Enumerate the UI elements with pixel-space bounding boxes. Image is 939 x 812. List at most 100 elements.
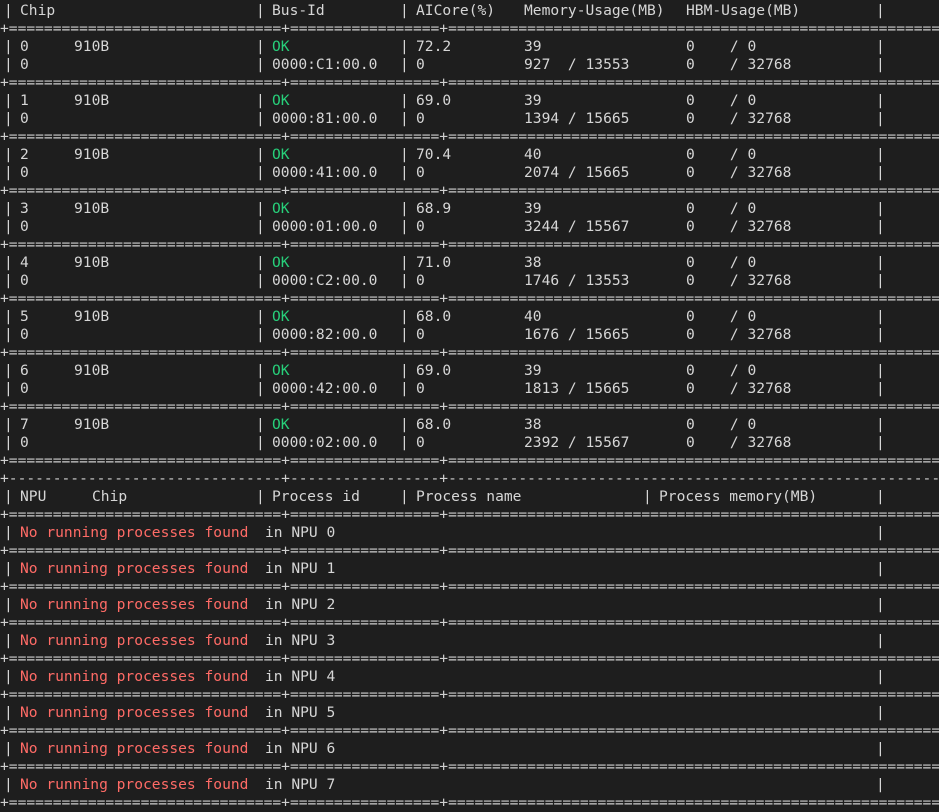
npu-health-status: OK (272, 362, 290, 379)
npu-hbm-a: 0 / 0 (686, 92, 757, 109)
npu-index: 0 (20, 38, 29, 55)
border: | (4, 524, 13, 541)
npu-aicore: 70.4 (416, 146, 452, 163)
border: | (4, 668, 13, 685)
border: | (4, 308, 13, 325)
border: | (400, 434, 409, 451)
border: | (876, 272, 885, 289)
table-rule: +-------------------------------+-------… (0, 470, 939, 487)
border: | (876, 92, 885, 109)
no-process-npu: in NPU 6 (265, 740, 336, 757)
table-rule: +===============================+=======… (0, 722, 939, 739)
chip-aicore: 0 (416, 380, 425, 397)
border: | (4, 146, 13, 163)
border: | (256, 362, 265, 379)
npu-name: 910B (74, 92, 110, 109)
border: | (256, 416, 265, 433)
border: | (876, 218, 885, 235)
npu-memory-temp: 39 (524, 38, 542, 55)
chip-hbm-usage: 0 / 32768 (686, 434, 792, 451)
border: | (256, 308, 265, 325)
border: | (876, 434, 885, 451)
chip-memory-usage: 2074 / 15665 (524, 164, 630, 181)
border: | (256, 326, 265, 343)
npu-index: 7 (20, 416, 29, 433)
table-rule: +===============================+=======… (0, 542, 939, 559)
border: | (256, 110, 265, 127)
border: | (876, 326, 885, 343)
border: | (876, 740, 885, 757)
chip-bus-id: 0000:C1:00.0 (272, 56, 378, 73)
chip-bus-id: 0000:42:00.0 (272, 380, 378, 397)
table-rule: +===============================+=======… (0, 506, 939, 523)
terminal-window: | Chip | Bus-Id | AICore(%) Memory-Usage(MB) HB… (0, 0, 939, 812)
npu-memory-temp: 40 (524, 308, 542, 325)
chip-index: 0 (20, 218, 29, 235)
process-header-npu: NPU (20, 488, 47, 505)
no-process-npu: in NPU 4 (265, 668, 336, 685)
border: | (400, 164, 409, 181)
table-rule: +===============================+=======… (0, 74, 939, 91)
border: | (4, 380, 13, 397)
npu-name: 910B (74, 254, 110, 271)
npu-name: 910B (74, 308, 110, 325)
border: | (876, 164, 885, 181)
npu-hbm-a: 0 / 0 (686, 308, 757, 325)
border: | (256, 254, 265, 271)
chip-bus-id: 0000:02:00.0 (272, 434, 378, 451)
border: | (4, 164, 13, 181)
chip-hbm-usage: 0 / 32768 (686, 164, 792, 181)
npu-name: 910B (74, 416, 110, 433)
npu-health-status: OK (272, 38, 290, 55)
npu-name: 910B (74, 146, 110, 163)
chip-aicore: 0 (416, 218, 425, 235)
no-process-message: No running processes found (20, 560, 249, 577)
chip-hbm-usage: 0 / 32768 (686, 326, 792, 343)
no-process-message: No running processes found (20, 632, 249, 649)
border: | (256, 38, 265, 55)
border: | (4, 254, 13, 271)
border: | (256, 92, 265, 109)
npu-memory-temp: 38 (524, 416, 542, 433)
border: | (876, 2, 885, 19)
border: | (256, 164, 265, 181)
npu-index: 4 (20, 254, 29, 271)
table-rule: +===============================+=======… (0, 650, 939, 667)
table-rule: +===============================+=======… (0, 20, 939, 37)
chip-index: 0 (20, 380, 29, 397)
npu-health-status: OK (272, 200, 290, 217)
border: | (400, 326, 409, 343)
border: | (4, 92, 13, 109)
table-rule: +===============================+=======… (0, 794, 939, 811)
chip-memory-usage: 2392 / 15567 (524, 434, 630, 451)
table-rule: +===============================+=======… (0, 398, 939, 415)
table-rule: +===============================+=======… (0, 290, 939, 307)
chip-aicore: 0 (416, 434, 425, 451)
chip-aicore: 0 (416, 272, 425, 289)
chip-hbm-usage: 0 / 32768 (686, 110, 792, 127)
npu-memory-temp: 39 (524, 362, 542, 379)
header-aicore: AICore(%) (416, 2, 496, 19)
chip-bus-id: 0000:82:00.0 (272, 326, 378, 343)
process-header-name: Process name (416, 488, 522, 505)
table-rule: +===============================+=======… (0, 578, 939, 595)
no-process-npu: in NPU 1 (265, 560, 336, 577)
border: | (876, 308, 885, 325)
chip-hbm-usage: 0 / 32768 (686, 380, 792, 397)
npu-health-status: OK (272, 146, 290, 163)
npu-hbm-a: 0 / 0 (686, 254, 757, 271)
chip-hbm-usage: 0 / 32768 (686, 218, 792, 235)
border: | (876, 632, 885, 649)
no-process-message: No running processes found (20, 776, 249, 793)
border: | (400, 200, 409, 217)
border: | (876, 524, 885, 541)
border: | (4, 38, 13, 55)
npu-aicore: 71.0 (416, 254, 452, 271)
no-process-message: No running processes found (20, 704, 249, 721)
border: | (400, 308, 409, 325)
table-rule: +===============================+=======… (0, 452, 939, 469)
border: | (256, 56, 265, 73)
border: | (4, 110, 13, 127)
border: | (4, 200, 13, 217)
npu-memory-temp: 39 (524, 92, 542, 109)
